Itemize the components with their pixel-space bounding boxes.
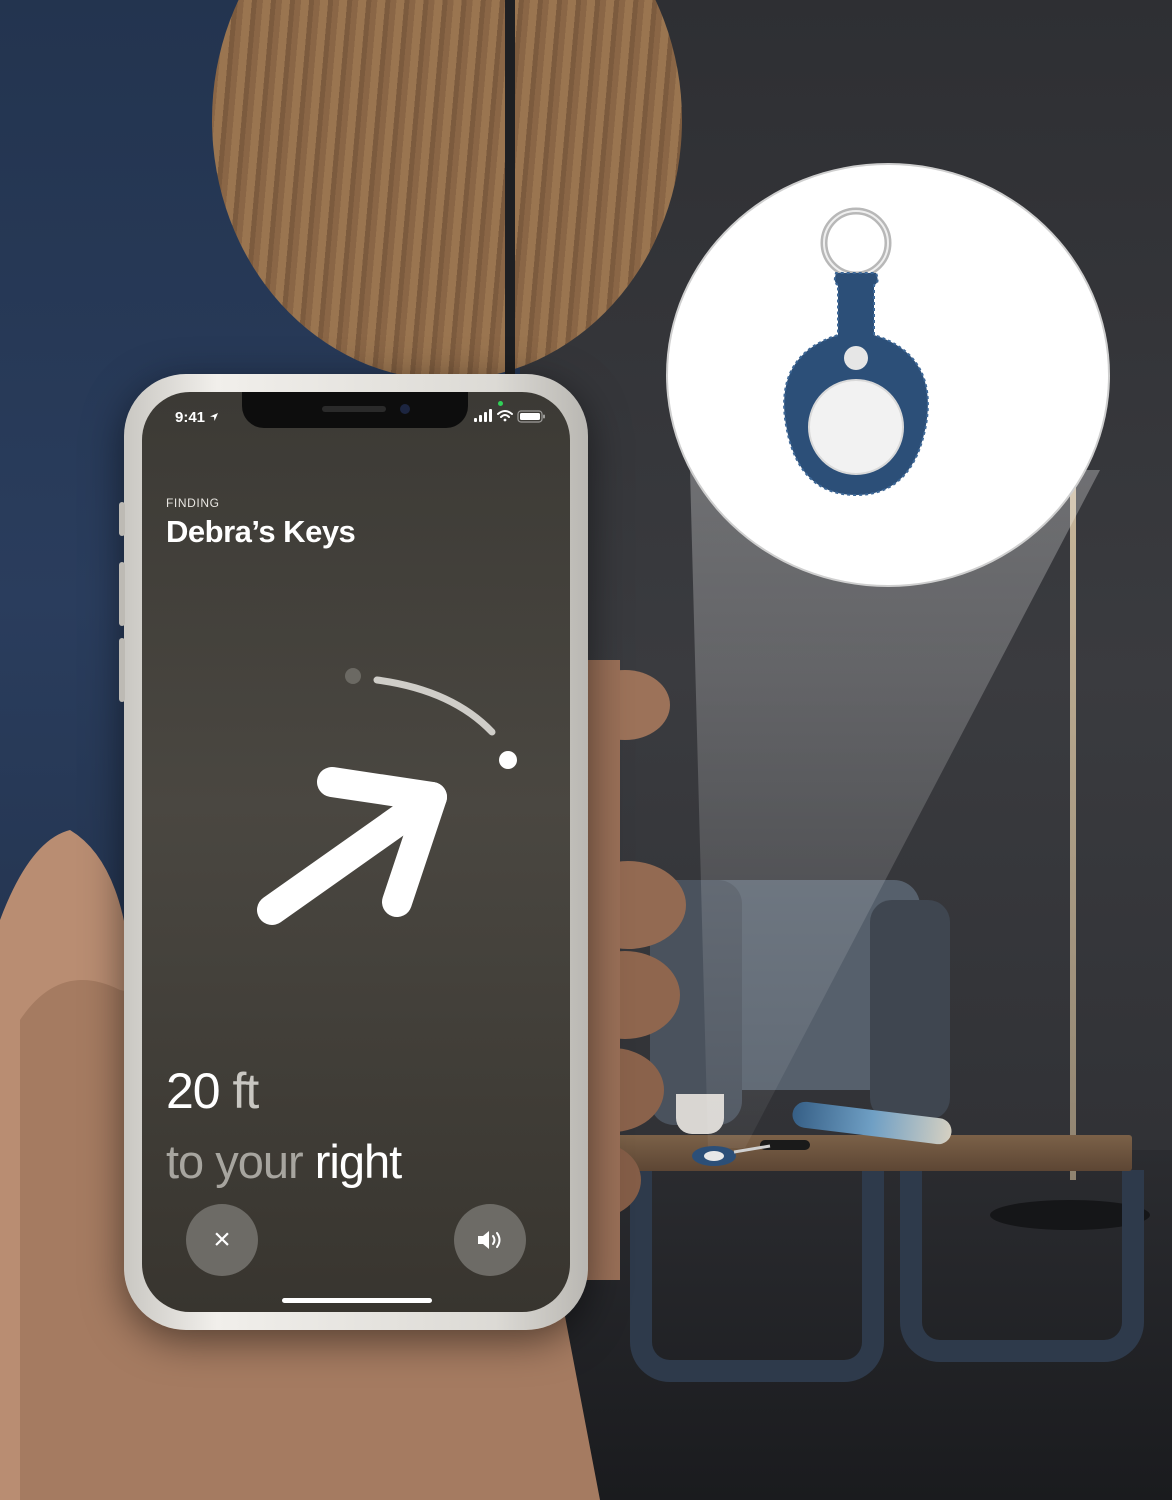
table-leg [900,1170,1144,1362]
direction-arrow-icon [257,767,447,925]
target-dot [499,751,517,769]
finding-label: FINDING [166,496,220,510]
find-my-screen: 9:41 FINDING Debra’s Keys 20 ft to your … [142,392,570,1312]
coffee-table [592,1135,1132,1171]
cellular-signal-icon [474,409,492,422]
floor-lamp [1070,480,1076,1180]
distance-readout: 20 ft [166,1062,260,1120]
status-icons [474,409,545,423]
close-button[interactable]: × [186,1204,258,1276]
tracker-case-icon [783,207,929,497]
location-arrow-icon [210,413,219,421]
battery-icon [517,410,545,423]
volume-up-button [119,562,125,626]
sofa-arm [650,880,742,1125]
status-time: 9:41 [175,409,219,426]
smartphone: 9:41 FINDING Debra’s Keys 20 ft to your … [119,374,588,1330]
earpiece [322,406,386,412]
direction-word: right [314,1135,402,1188]
front-camera [400,404,410,414]
table-leg [630,1170,884,1382]
distance-unit: ft [232,1063,260,1119]
product-scene: 9:41 FINDING Debra’s Keys 20 ft to your … [0,0,1172,1500]
start-dot [345,668,361,684]
home-indicator[interactable] [282,1298,432,1303]
direction-arc [373,676,496,736]
item-name: Debra’s Keys [166,514,356,549]
direction-arrow-graphic [257,668,517,925]
close-icon: × [213,1223,231,1256]
sofa-arm-right [870,900,950,1120]
direction-readout: to your right [166,1134,402,1189]
silent-switch [119,502,125,536]
status-time-text: 9:41 [175,409,206,426]
product-callout [668,165,1108,585]
coffee-cup [676,1094,724,1134]
wifi-icon [497,410,513,422]
camera-indicator [498,401,503,406]
keyring-on-table [692,1140,810,1166]
play-sound-button[interactable] [454,1204,526,1276]
distance-value: 20 [166,1063,221,1119]
direction-prefix: to your [166,1135,304,1188]
volume-down-button [119,638,125,702]
speaker-icon [478,1231,501,1249]
